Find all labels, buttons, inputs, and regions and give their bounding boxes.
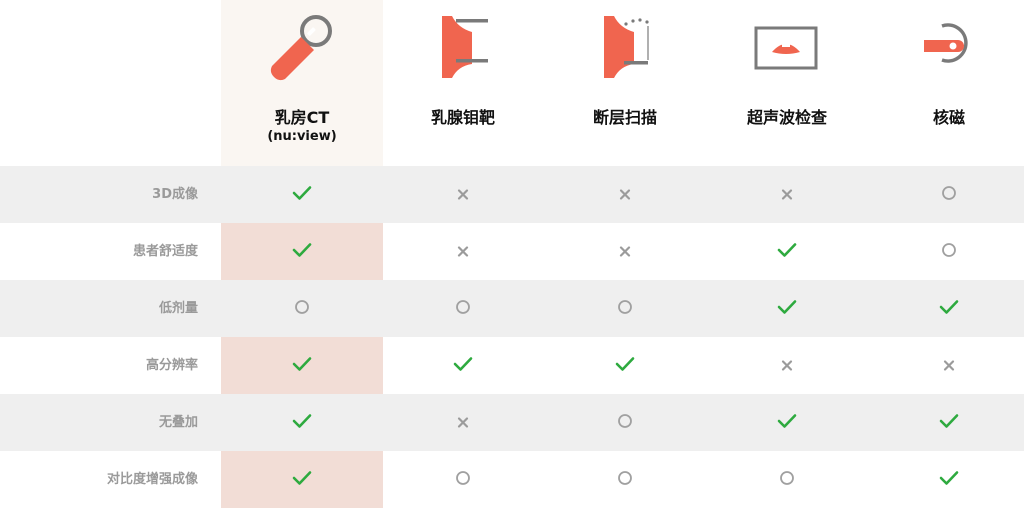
row-label: 对比度增强成像 (106, 472, 198, 487)
table-row: 患者舒适度 (0, 223, 1024, 280)
circle-icon (618, 470, 633, 489)
cross-icon (943, 356, 955, 375)
circle-icon (456, 299, 471, 318)
table-cell (868, 337, 1024, 394)
table-cell (706, 337, 868, 394)
table-cell (868, 451, 1024, 508)
table-cell (544, 166, 706, 223)
check-icon (453, 356, 473, 376)
table-cell (382, 280, 544, 337)
table-cell (868, 166, 1024, 223)
row-label: 高分辨率 (145, 358, 198, 373)
table-cell (221, 394, 383, 451)
column-name: 核磁 (932, 108, 965, 127)
table-header: 乳房CT (nu:view) 乳腺钼靶 断层扫描 超声波检查 核磁 (0, 0, 1024, 166)
table-cell (221, 166, 383, 223)
table-cell (221, 451, 383, 508)
column-header-breast-ct: 乳房CT (nu:view) (221, 0, 383, 166)
cross-icon (781, 185, 793, 204)
table-cell (706, 223, 868, 280)
cross-icon (457, 185, 469, 204)
table-cell (221, 223, 383, 280)
check-icon (939, 470, 959, 490)
ultrasound-monitor-icon (706, 12, 868, 82)
table-cell (544, 223, 706, 280)
table-cell (221, 337, 383, 394)
column-name: 乳房CT (274, 108, 330, 127)
table-cell (544, 337, 706, 394)
circle-icon (618, 299, 633, 318)
table-row: 低剂量 (0, 280, 1024, 337)
table-cell (868, 394, 1024, 451)
table-cell (382, 394, 544, 451)
column-header-mammography: 乳腺钼靶 (382, 0, 544, 166)
check-icon (292, 356, 312, 376)
table-row: 高分辨率 (0, 337, 1024, 394)
table-cell (868, 280, 1024, 337)
table-cell (706, 280, 868, 337)
check-icon (777, 242, 797, 262)
table-row: 对比度增强成像 (0, 451, 1024, 508)
table-cell (382, 451, 544, 508)
circle-icon (942, 185, 957, 204)
cross-icon (619, 242, 631, 261)
column-header-tomosynthesis: 断层扫描 (544, 0, 706, 166)
table-cell (706, 451, 868, 508)
tomosynthesis-icon (544, 12, 706, 82)
column-name: 超声波检查 (746, 108, 827, 127)
row-label: 低剂量 (158, 301, 198, 316)
table-cell (221, 280, 383, 337)
circle-icon (456, 470, 471, 489)
mri-scanner-icon (868, 12, 1024, 82)
column-header-mri: 核磁 (868, 0, 1024, 166)
column-subtitle: (nu:view) (267, 129, 337, 144)
circle-icon (942, 242, 957, 261)
row-label: 3D成像 (152, 187, 198, 202)
check-icon (939, 413, 959, 433)
comparison-table: 乳房CT (nu:view) 乳腺钼靶 断层扫描 超声波检查 核磁 3D成像 患… (0, 0, 1024, 512)
column-name: 断层扫描 (592, 108, 657, 127)
table-cell (544, 451, 706, 508)
table-cell (544, 280, 706, 337)
table-cell (706, 394, 868, 451)
table-row: 3D成像 (0, 166, 1024, 223)
table-cell (868, 223, 1024, 280)
cross-icon (457, 413, 469, 432)
check-icon (292, 413, 312, 433)
check-icon (777, 299, 797, 319)
cross-icon (457, 242, 469, 261)
circle-icon (618, 413, 633, 432)
mammography-compression-icon (382, 12, 544, 82)
column-name: 乳腺钼靶 (430, 108, 495, 127)
check-icon (292, 242, 312, 262)
check-icon (292, 185, 312, 205)
circle-icon (295, 299, 310, 318)
column-header-ultrasound: 超声波检查 (706, 0, 868, 166)
table-row: 无叠加 (0, 394, 1024, 451)
table-cell (382, 166, 544, 223)
table-cell (544, 394, 706, 451)
check-icon (777, 413, 797, 433)
cross-icon (781, 356, 793, 375)
table-cell (382, 223, 544, 280)
row-label: 无叠加 (158, 415, 198, 430)
check-icon (939, 299, 959, 319)
cross-icon (619, 185, 631, 204)
check-icon (615, 356, 635, 376)
row-label: 患者舒适度 (132, 244, 198, 259)
breast-ct-scanner-icon (221, 12, 383, 82)
table-cell (706, 166, 868, 223)
circle-icon (780, 470, 795, 489)
check-icon (292, 470, 312, 490)
table-cell (382, 337, 544, 394)
